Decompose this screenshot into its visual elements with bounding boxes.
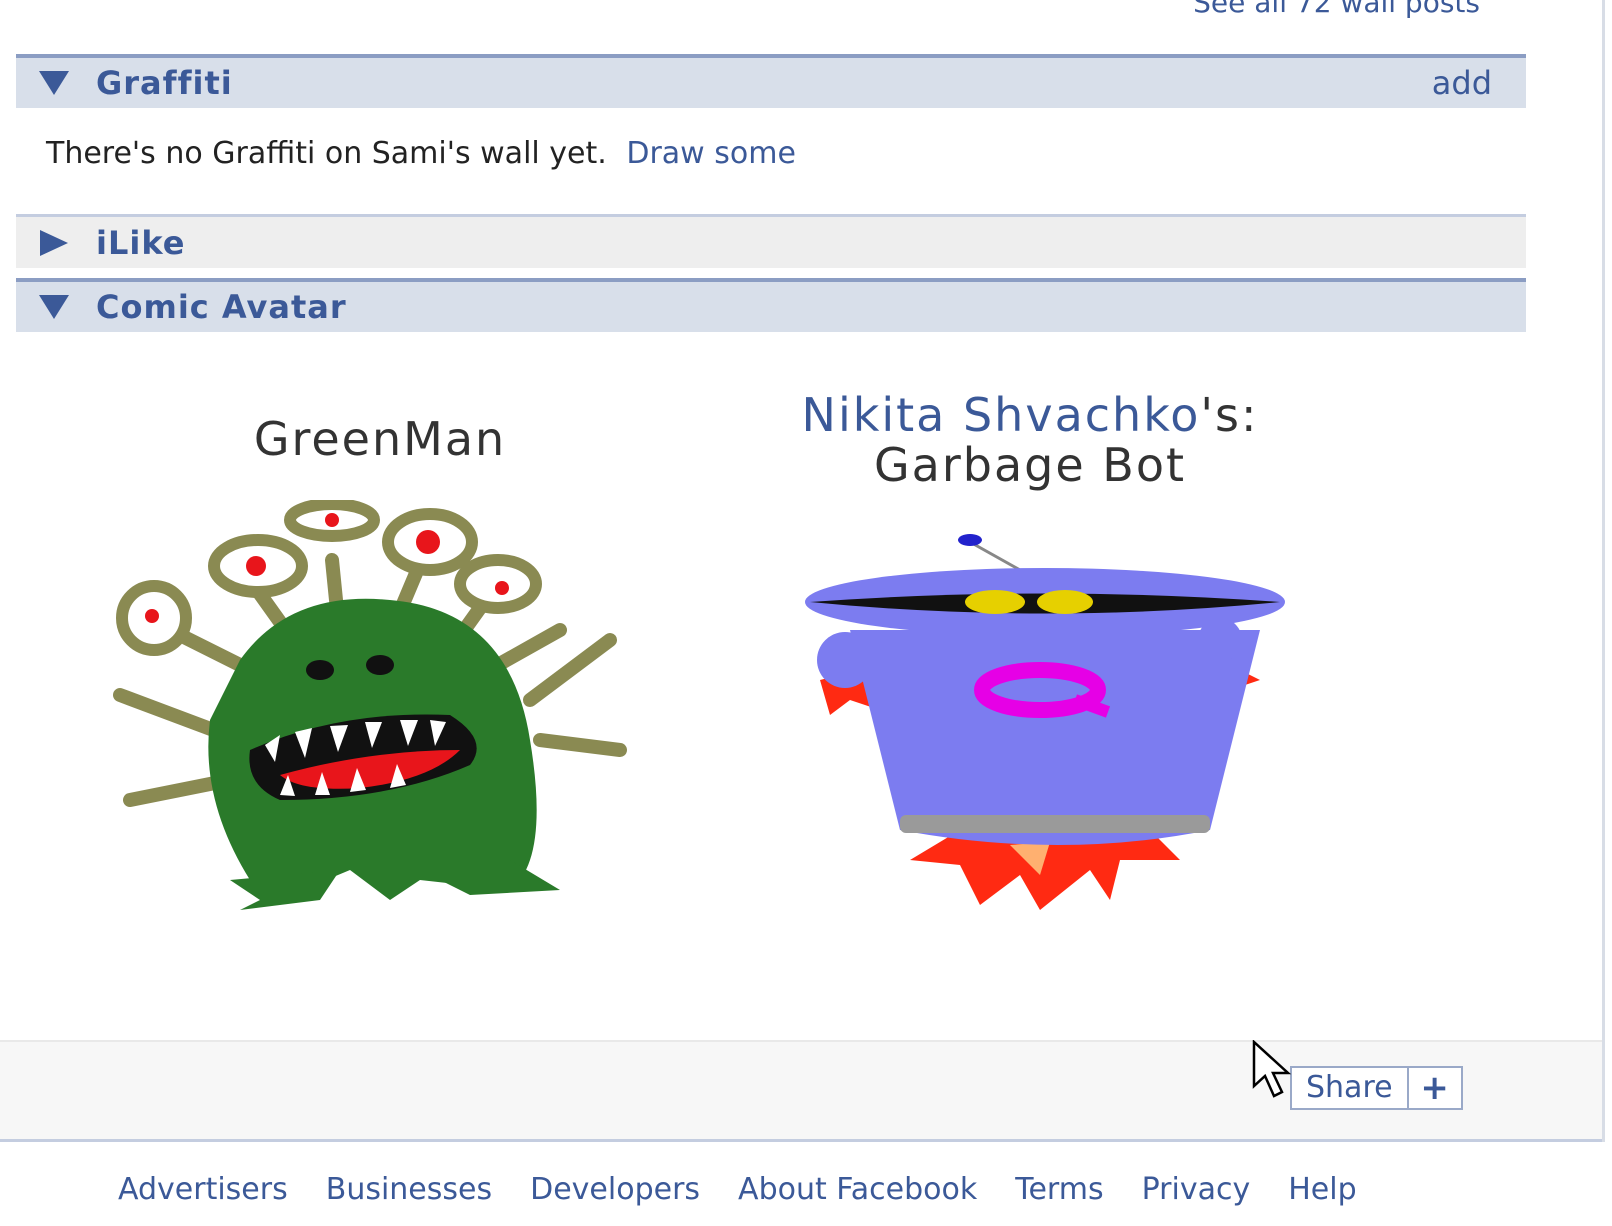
footer-link-terms[interactable]: Terms [1015, 1172, 1103, 1207]
ilike-box-header[interactable]: iLike [16, 214, 1526, 268]
footer-link-advertisers[interactable]: Advertisers [118, 1172, 288, 1207]
share-plus-icon[interactable]: + [1409, 1068, 1461, 1108]
triangle-right-icon[interactable] [34, 229, 74, 256]
footer-link-help[interactable]: Help [1288, 1172, 1356, 1207]
comic-avatar-box-header[interactable]: Comic Avatar [16, 278, 1526, 332]
graffiti-add-link[interactable]: add [1432, 64, 1492, 102]
garbage-bot-avatar-image[interactable] [790, 530, 1310, 950]
greenman-avatar-image[interactable] [90, 500, 670, 950]
triangle-down-icon[interactable] [34, 71, 74, 95]
garbage-bot-label: Garbage Bot [874, 438, 1186, 492]
draw-some-link[interactable]: Draw some [626, 136, 796, 171]
share-label[interactable]: Share [1292, 1068, 1409, 1108]
graffiti-title[interactable]: Graffiti [96, 64, 233, 102]
triangle-down-icon[interactable] [34, 295, 74, 319]
graffiti-empty-text: There's no Graffiti on Sami's wall yet. [46, 136, 607, 171]
footer-link-privacy[interactable]: Privacy [1142, 1172, 1251, 1207]
profile-column-border [1602, 0, 1605, 1142]
owner-suffix: 's: [1200, 388, 1259, 442]
greenman-label: GreenMan [253, 412, 507, 466]
avatar-owner-link[interactable]: Nikita Shvachko [802, 388, 1201, 442]
share-button[interactable]: Share + [1290, 1066, 1463, 1110]
footer-links: Advertisers Businesses Developers About … [118, 1172, 1598, 1207]
mouse-pointer-icon [1252, 1040, 1292, 1098]
ilike-title[interactable]: iLike [96, 224, 185, 262]
see-all-wall-posts-link[interactable]: See all 72 wall posts [1193, 0, 1480, 19]
graffiti-empty-message: There's no Graffiti on Sami's wall yet. … [46, 136, 796, 171]
comic-avatar-title[interactable]: Comic Avatar [96, 288, 347, 326]
footer-link-businesses[interactable]: Businesses [326, 1172, 492, 1207]
garbage-bot-label-block: Nikita Shvachko's: Garbage Bot [720, 390, 1340, 490]
graffiti-box-header[interactable]: Graffiti add [16, 54, 1526, 108]
footer-link-about-facebook[interactable]: About Facebook [738, 1172, 977, 1207]
footer-link-developers[interactable]: Developers [530, 1172, 700, 1207]
